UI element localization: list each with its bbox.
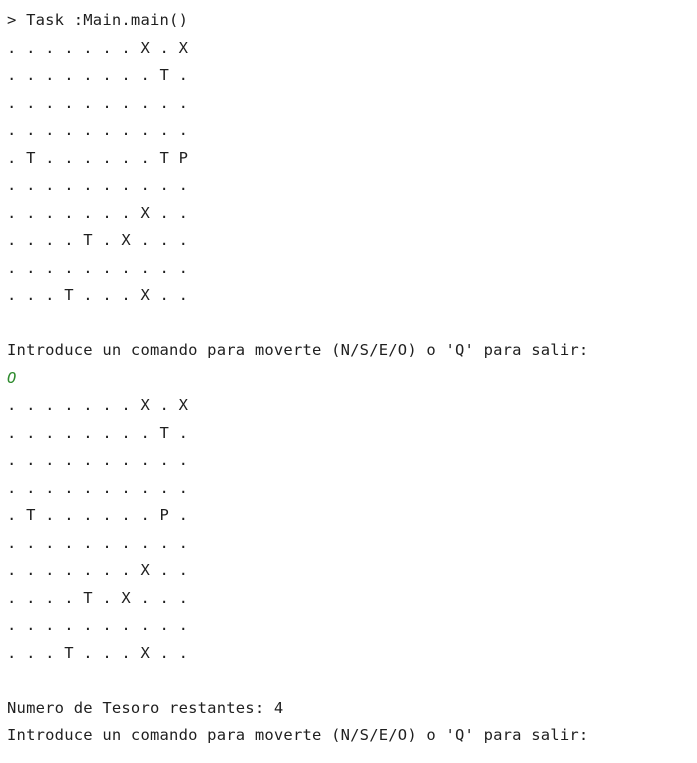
grid-row: . . . . . . . . . . <box>7 93 189 112</box>
grid-row: . . . . . . . . . . <box>7 533 189 552</box>
task-header-line: > Task :Main.main() <box>7 11 189 29</box>
grid-row: . . . . . . . . . . <box>7 616 189 634</box>
grid-row: . . . . T . X . . . <box>7 588 189 607</box>
grid-row: . . . . . . . . T . <box>7 66 189 84</box>
command-prompt: Introduce un comando para moverte (N/S/E… <box>7 341 589 359</box>
grid-row: . T . . . . . . P . <box>7 506 189 524</box>
grid-row: . . . . . . . . . . <box>7 176 189 194</box>
console-output[interactable]: > Task :Main.main() . . . . . . . X . X … <box>0 0 697 750</box>
command-prompt-current: Introduce un comando para moverte (N/S/E… <box>7 726 589 744</box>
grid-row: . . . . . . . . T . <box>7 423 189 442</box>
grid-row: . T . . . . . . T P <box>7 148 189 167</box>
grid-row: . . . . . . . . . . <box>7 478 189 497</box>
grid-row: . . . T . . . X . . <box>7 286 189 304</box>
user-input-echo: O <box>7 368 17 387</box>
grid-row: . . . . T . X . . . <box>7 231 189 249</box>
grid-row: . . . . . . . . . . <box>7 451 189 469</box>
grid-row: . . . . . . . X . X <box>7 396 189 414</box>
treasure-status: Numero de Tesoro restantes: 4 <box>7 698 284 717</box>
game-grid-updated: . . . . . . . X . X . . . . . . . . T . … <box>7 392 697 667</box>
grid-row: . . . . . . . X . . <box>7 203 189 222</box>
grid-row: . . . . . . . X . X <box>7 38 189 57</box>
game-grid-initial: . . . . . . . X . X . . . . . . . . T . … <box>7 35 697 310</box>
grid-row: . . . . . . . X . . <box>7 561 189 579</box>
grid-row: . . . . . . . . . . <box>7 121 189 139</box>
grid-row: . . . T . . . X . . <box>7 643 189 662</box>
grid-row: . . . . . . . . . . <box>7 258 189 277</box>
